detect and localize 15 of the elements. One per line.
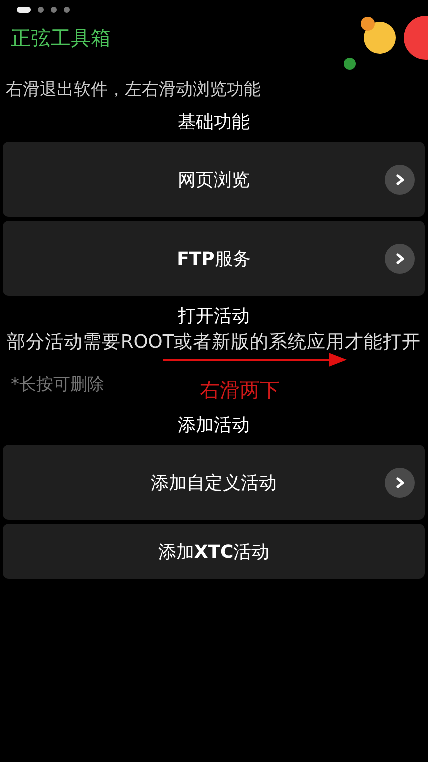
page-indicator-dot[interactable] — [64, 7, 70, 13]
menu-button[interactable]: FTP服务 — [3, 221, 425, 296]
app-title: 正弦工具箱 — [10, 25, 112, 52]
menu-button[interactable]: 网页浏览 — [3, 142, 425, 217]
page-indicator-dot[interactable] — [51, 7, 57, 13]
hint-text: 右滑退出软件，左右滑动浏览功能 — [5, 79, 262, 102]
section-heading: 添加活动 — [177, 414, 251, 438]
note-text: 部分活动需要ROOT或者新版的系统应用才能打开 — [6, 332, 422, 354]
page-indicator-dot[interactable] — [38, 7, 44, 13]
section-heading: 打开活动 — [177, 305, 251, 329]
menu-button[interactable]: 添加XTC活动 — [3, 524, 425, 579]
subnote-text: *长按可删除 — [10, 374, 106, 397]
annotation-text: 右滑两下 — [200, 377, 280, 404]
section-heading: 基础功能 — [177, 111, 251, 135]
menu-button[interactable]: 添加自定义活动 — [3, 445, 425, 520]
